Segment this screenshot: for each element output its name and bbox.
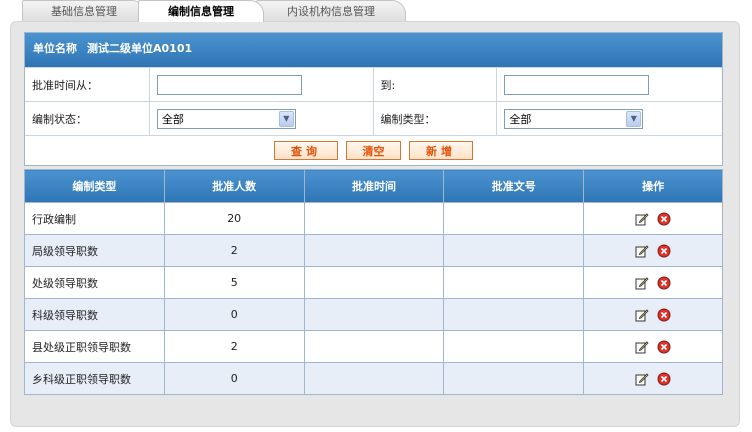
status-select-value: 全部 <box>161 112 184 126</box>
edit-icon[interactable] <box>635 340 649 354</box>
col-header-time: 批准时间 <box>303 169 445 203</box>
edit-icon[interactable] <box>635 244 649 258</box>
table-row: 科级领导职数 0 <box>24 298 723 331</box>
edit-icon[interactable] <box>635 372 649 386</box>
cell-count: 0 <box>163 362 305 395</box>
col-header-ops: 操作 <box>583 169 723 203</box>
approve-from-label: 批准时间从： <box>25 68 150 101</box>
delete-icon[interactable] <box>657 276 671 290</box>
approve-to-input[interactable] <box>504 74 650 95</box>
cell-type: 局级领导职数 <box>24 234 165 267</box>
status-type-row: 编制状态： 全部 ▼ 编制类型： 全部 ▼ <box>25 101 722 135</box>
table-row: 县处级正职领导职数 2 <box>24 330 723 363</box>
staffing-table: 编制类型 批准人数 批准时间 批准文号 操作 行政编制 20 局级领导职数 2 <box>24 169 723 395</box>
approve-to-label: 到: <box>374 68 498 101</box>
edit-icon[interactable] <box>635 308 649 322</box>
unit-name-label: 单位名称 <box>33 42 77 55</box>
col-header-doc: 批准文号 <box>443 169 585 203</box>
tab-staffing-info[interactable]: 编制信息管理 <box>138 0 264 22</box>
type-select[interactable]: 全部 ▼ <box>504 108 644 129</box>
cell-doc <box>443 362 585 395</box>
unit-name-value: 测试二级单位A0101 <box>87 42 193 55</box>
search-form: 单位名称 测试二级单位A0101 批准时间从： 到: 编制状态： 全部 ▼ 编制类… <box>24 32 723 166</box>
cell-count: 0 <box>163 298 305 331</box>
tab-internal-org-info[interactable]: 内设机构信息管理 <box>256 0 406 21</box>
cell-ops <box>583 202 723 235</box>
delete-icon[interactable] <box>657 244 671 258</box>
cell-ops <box>583 234 723 267</box>
cell-time <box>303 298 445 331</box>
cell-count: 20 <box>163 202 305 235</box>
cell-time <box>303 202 445 235</box>
delete-icon[interactable] <box>657 372 671 386</box>
table-row: 处级领导职数 5 <box>24 266 723 299</box>
cell-ops <box>583 298 723 331</box>
chevron-down-icon[interactable]: ▼ <box>278 110 294 127</box>
cell-doc <box>443 266 585 299</box>
table-row: 局级领导职数 2 <box>24 234 723 267</box>
delete-icon[interactable] <box>657 308 671 322</box>
type-label: 编制类型： <box>374 102 498 135</box>
cell-type: 乡科级正职领导职数 <box>24 362 165 395</box>
cell-doc <box>443 234 585 267</box>
edit-icon[interactable] <box>635 212 649 226</box>
cell-doc <box>443 202 585 235</box>
cell-time <box>303 266 445 299</box>
table-header-row: 编制类型 批准人数 批准时间 批准文号 操作 <box>24 169 723 203</box>
chevron-down-icon[interactable]: ▼ <box>626 110 642 127</box>
cell-count: 5 <box>163 266 305 299</box>
cell-doc <box>443 298 585 331</box>
approve-time-row: 批准时间从： 到: <box>25 67 722 101</box>
type-select-value: 全部 <box>509 112 532 126</box>
cell-type: 县处级正职领导职数 <box>24 330 165 363</box>
delete-icon[interactable] <box>657 340 671 354</box>
cell-ops <box>583 266 723 299</box>
table-row: 行政编制 20 <box>24 202 723 235</box>
cell-type: 行政编制 <box>24 202 165 235</box>
status-label: 编制状态： <box>25 102 150 135</box>
tab-basic-info[interactable]: 基础信息管理 <box>22 0 146 21</box>
status-select[interactable]: 全部 ▼ <box>156 108 296 129</box>
delete-icon[interactable] <box>657 212 671 226</box>
cell-ops <box>583 330 723 363</box>
query-button[interactable]: 查询 <box>274 141 338 160</box>
cell-ops <box>583 362 723 395</box>
cell-type: 科级领导职数 <box>24 298 165 331</box>
button-row: 查询 清空 新增 <box>25 135 722 165</box>
cell-count: 2 <box>163 234 305 267</box>
edit-icon[interactable] <box>635 276 649 290</box>
cell-time <box>303 234 445 267</box>
add-button[interactable]: 新增 <box>409 141 473 160</box>
tab-bar: 基础信息管理 内设机构信息管理 编制信息管理 <box>22 0 422 22</box>
cell-time <box>303 330 445 363</box>
cell-count: 2 <box>163 330 305 363</box>
unit-bar: 单位名称 测试二级单位A0101 <box>25 33 722 67</box>
table-row: 乡科级正职领导职数 0 <box>24 362 723 395</box>
col-header-type: 编制类型 <box>24 169 165 203</box>
cell-doc <box>443 330 585 363</box>
clear-button[interactable]: 清空 <box>346 141 401 160</box>
cell-time <box>303 362 445 395</box>
cell-type: 处级领导职数 <box>24 266 165 299</box>
col-header-count: 批准人数 <box>163 169 305 203</box>
approve-from-input[interactable] <box>156 74 302 95</box>
